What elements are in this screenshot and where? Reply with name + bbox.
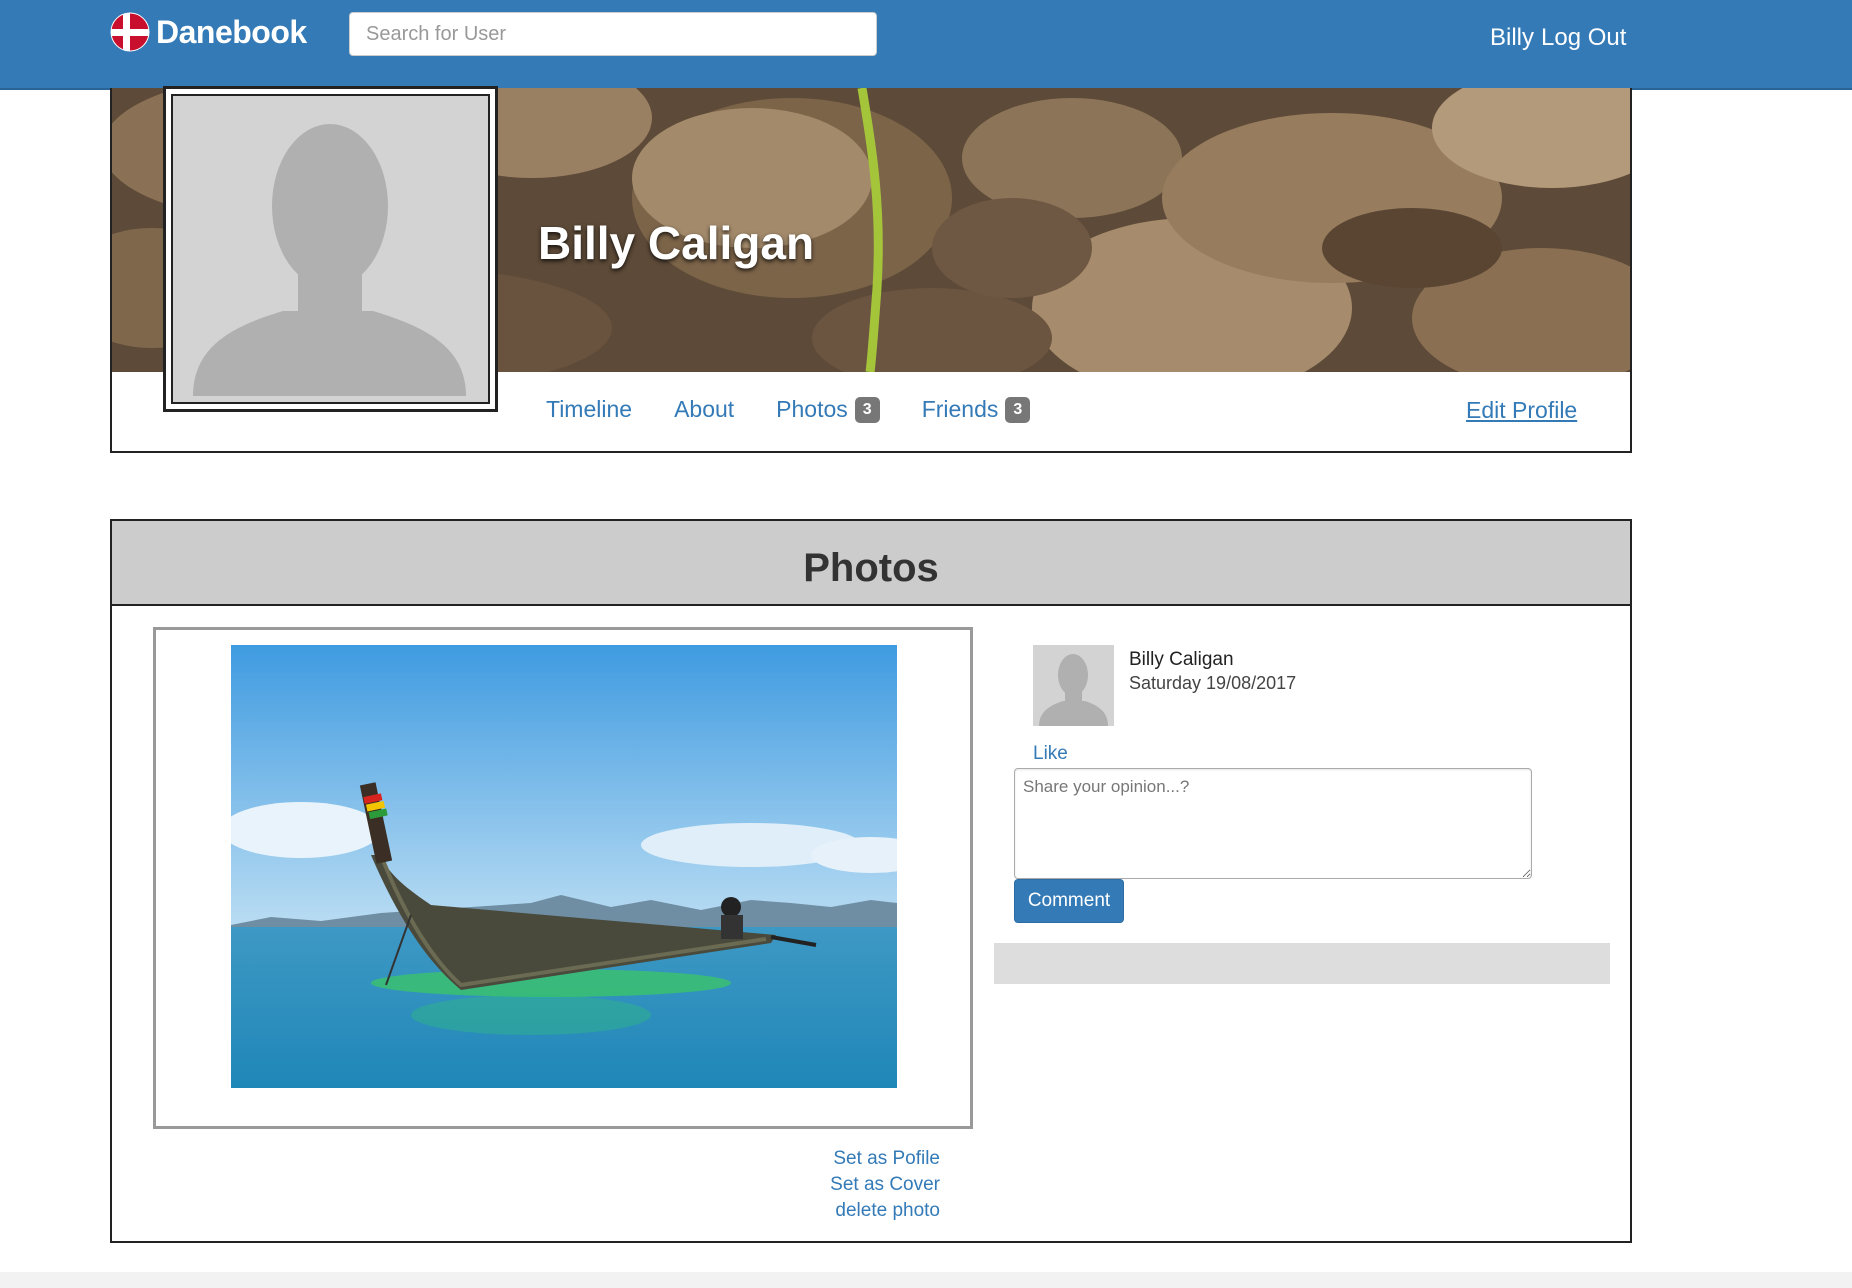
profile-name: Billy Caligan xyxy=(538,217,815,269)
tab-timeline[interactable]: Timeline xyxy=(546,396,632,423)
photos-heading: Photos xyxy=(112,521,1630,606)
danish-flag-icon xyxy=(110,12,150,52)
tab-label: Photos xyxy=(776,396,848,422)
logout-link[interactable]: Log Out xyxy=(1541,24,1626,51)
selected-photo[interactable] xyxy=(231,645,897,1088)
brand-name: Danebook xyxy=(156,13,307,50)
post-author-avatar[interactable] xyxy=(1033,645,1114,726)
profile-tabs: Timeline About Photos 3 Friends 3 xyxy=(546,396,1072,423)
tab-label: About xyxy=(674,396,735,422)
photos-panel: Photos Set as Pofile Set as Cover delete… xyxy=(110,519,1632,1243)
current-user-link[interactable]: Billy xyxy=(1490,24,1534,51)
tab-friends[interactable]: Friends 3 xyxy=(922,396,1031,423)
profile-avatar[interactable] xyxy=(163,86,498,412)
comment-input[interactable] xyxy=(1014,768,1532,879)
tab-label: Friends xyxy=(921,396,999,422)
photo-actions: Set as Pofile Set as Cover delete photo xyxy=(830,1146,940,1224)
delete-photo-link[interactable]: delete photo xyxy=(830,1198,940,1224)
profile-header: Billy Caligan Timeline About Photos 3 Fri… xyxy=(110,86,1632,453)
friends-count-badge: 3 xyxy=(1005,396,1031,423)
like-link[interactable]: Like xyxy=(1033,743,1068,765)
default-avatar-icon xyxy=(1033,645,1114,726)
set-as-profile-link[interactable]: Set as Pofile xyxy=(830,1146,940,1172)
post-date: Saturday 19/08/2017 xyxy=(1129,673,1297,693)
default-avatar-icon xyxy=(173,96,486,396)
tab-about[interactable]: About xyxy=(674,396,734,423)
set-as-cover-link[interactable]: Set as Cover xyxy=(830,1172,940,1198)
edit-profile-link[interactable]: Edit Profile xyxy=(1466,397,1577,424)
page-footer-strip xyxy=(0,1272,1852,1288)
user-search-input[interactable] xyxy=(349,12,877,56)
user-menu: Billy Log Out xyxy=(1490,24,1626,52)
photos-count-badge: 3 xyxy=(854,396,880,423)
photo-frame xyxy=(153,627,973,1129)
tab-label: Timeline xyxy=(546,396,633,422)
top-navbar: Danebook Billy Log Out xyxy=(0,0,1852,90)
tab-photos[interactable]: Photos 3 xyxy=(776,396,880,423)
brand-link[interactable]: Danebook xyxy=(110,12,307,52)
comments-list xyxy=(994,943,1610,984)
comment-button[interactable]: Comment xyxy=(1014,879,1124,923)
post-author-name[interactable]: Billy Caligan xyxy=(1129,649,1234,671)
